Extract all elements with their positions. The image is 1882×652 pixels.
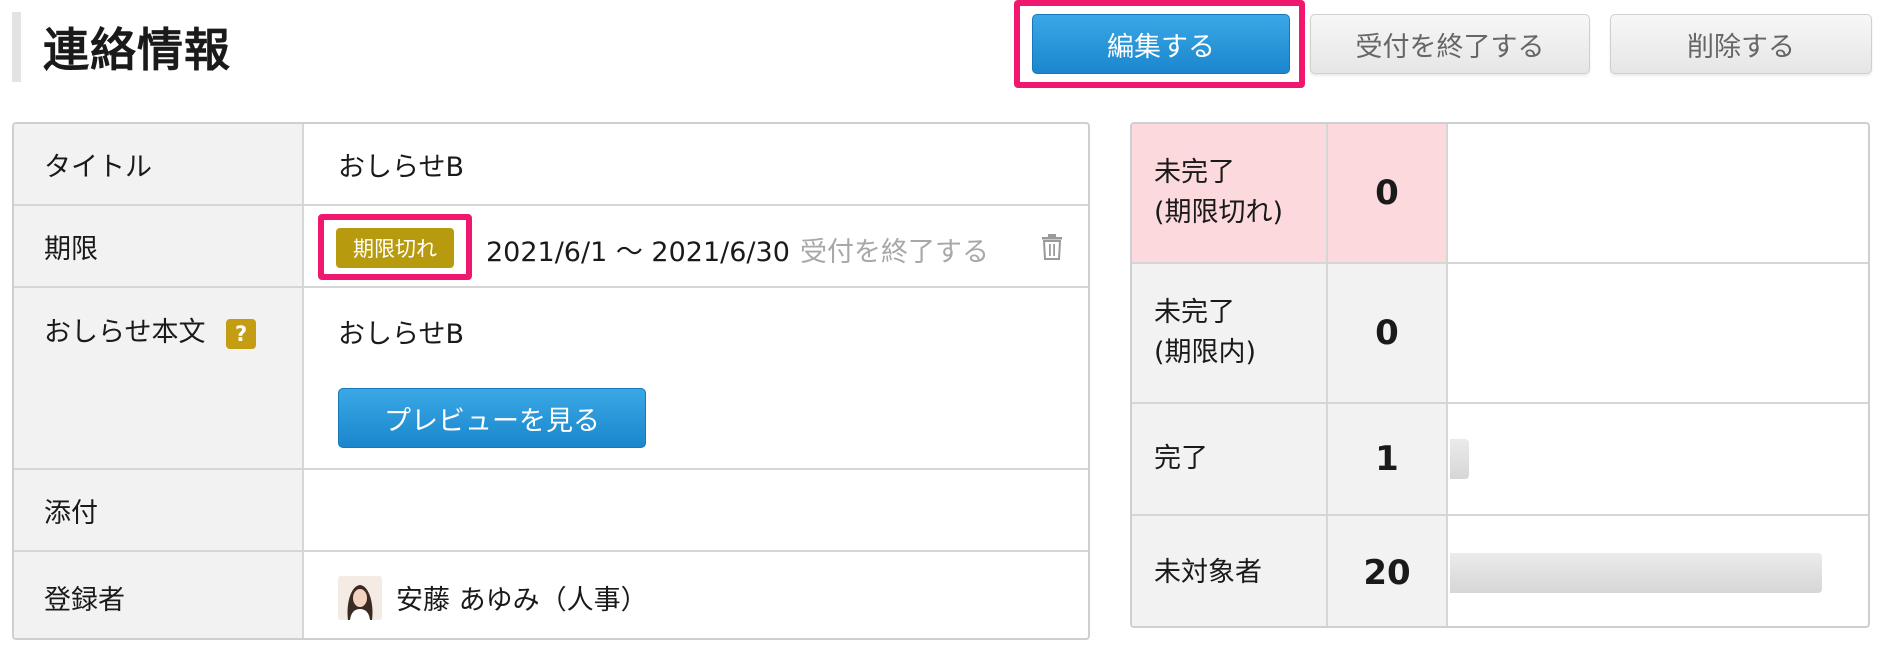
info-label-registrant: 登録者 — [14, 552, 304, 638]
info-row-attachment: 添付 — [14, 470, 1088, 552]
close-reception-link[interactable]: 受付を終了する — [800, 230, 989, 269]
info-value-body: おしらせB プレビューを見る — [306, 288, 1088, 468]
info-label-title: タイトル — [14, 124, 304, 204]
attachment-label-text: 添付 — [44, 497, 98, 529]
expired-badge: 期限切れ — [336, 228, 454, 268]
stat-label-done: 完了 — [1132, 404, 1328, 514]
info-value-title: おしらせB — [306, 124, 1088, 204]
stat-bar-area-done — [1450, 404, 1868, 514]
info-value-attachment — [306, 470, 1088, 550]
stat-label-line1: 未完了 — [1154, 297, 1235, 328]
stat-count-done[interactable]: 1 — [1328, 404, 1448, 514]
info-label-body: おしらせ本文 ? — [14, 288, 304, 468]
info-label-deadline: 期限 — [14, 206, 304, 286]
avatar[interactable] — [338, 576, 382, 620]
registrant-name[interactable]: 安藤 あゆみ（人事） — [396, 578, 648, 617]
stat-count-pending[interactable]: 0 — [1328, 264, 1448, 402]
stat-row-excluded: 未対象者 20 — [1132, 516, 1868, 626]
delete-button[interactable]: 削除する — [1610, 14, 1872, 74]
page: 連絡情報 編集する 受付を終了する 削除する タイトル おしらせB 期限 期限切… — [0, 0, 1882, 652]
stat-bar-area-excluded — [1450, 516, 1868, 626]
info-value-deadline: 期限切れ 2021/6/1 〜 2021/6/30 受付を終了する — [306, 206, 1088, 286]
stat-bar-area-pending — [1450, 264, 1868, 402]
stat-count-overdue[interactable]: 0 — [1328, 124, 1448, 262]
stat-label-line1: 未対象者 — [1154, 557, 1262, 588]
close-reception-button[interactable]: 受付を終了する — [1310, 14, 1590, 74]
page-header: 連絡情報 — [12, 12, 912, 82]
deadline-label-text: 期限 — [44, 233, 98, 265]
info-table: タイトル おしらせB 期限 期限切れ 2021/6/1 〜 2021/6/30 … — [12, 122, 1090, 640]
stat-label-excluded: 未対象者 — [1132, 516, 1328, 626]
body-value-text: おしらせB — [338, 319, 464, 350]
info-row-registrant: 登録者 安藤 あゆみ（人事） — [14, 552, 1088, 638]
stat-row-overdue: 未完了 (期限切れ) 0 — [1132, 124, 1868, 264]
stat-bar-done — [1450, 439, 1469, 479]
deadline-range: 2021/6/1 〜 2021/6/30 — [486, 237, 790, 268]
info-row-title: タイトル おしらせB — [14, 124, 1088, 206]
person-icon — [338, 576, 382, 620]
info-label-attachment: 添付 — [14, 470, 304, 550]
body-label-text: おしらせ本文 — [44, 317, 206, 348]
stat-label-text: 未完了 (期限内) — [1154, 293, 1256, 373]
stat-count-excluded[interactable]: 20 — [1328, 516, 1448, 626]
stat-bar-area-overdue — [1450, 124, 1868, 262]
info-value-registrant: 安藤 あゆみ（人事） — [306, 552, 1088, 638]
stats-table: 未完了 (期限切れ) 0 未完了 (期限内) 0 完了 1 未対象者 20 — [1130, 122, 1870, 628]
stat-label-text: 未完了 (期限切れ) — [1154, 153, 1283, 233]
edit-button[interactable]: 編集する — [1032, 14, 1290, 74]
stat-label-text: 完了 — [1154, 439, 1208, 479]
stat-label-text: 未対象者 — [1154, 553, 1262, 593]
stat-label-line2: (期限内) — [1154, 337, 1257, 368]
page-title: 連絡情報 — [43, 23, 231, 77]
info-row-body: おしらせ本文 ? おしらせB プレビューを見る — [14, 288, 1088, 470]
stat-row-done: 完了 1 — [1132, 404, 1868, 516]
stat-label-pending: 未完了 (期限内) — [1132, 264, 1328, 402]
stat-bar-excluded — [1450, 553, 1822, 593]
preview-button[interactable]: プレビューを見る — [338, 388, 646, 448]
help-icon[interactable]: ? — [226, 318, 257, 349]
title-label-text: タイトル — [44, 151, 152, 183]
stat-label-line1: 未完了 — [1154, 157, 1235, 188]
stat-label-line1: 完了 — [1154, 443, 1208, 474]
stat-row-pending: 未完了 (期限内) 0 — [1132, 264, 1868, 404]
trash-icon[interactable] — [1040, 233, 1064, 261]
stat-label-line2: (期限切れ) — [1154, 197, 1284, 228]
title-value-text: おしらせB — [338, 151, 464, 183]
info-row-deadline: 期限 期限切れ 2021/6/1 〜 2021/6/30 受付を終了する — [14, 206, 1088, 288]
stat-label-overdue: 未完了 (期限切れ) — [1132, 124, 1328, 262]
registrant-label-text: 登録者 — [44, 584, 125, 616]
